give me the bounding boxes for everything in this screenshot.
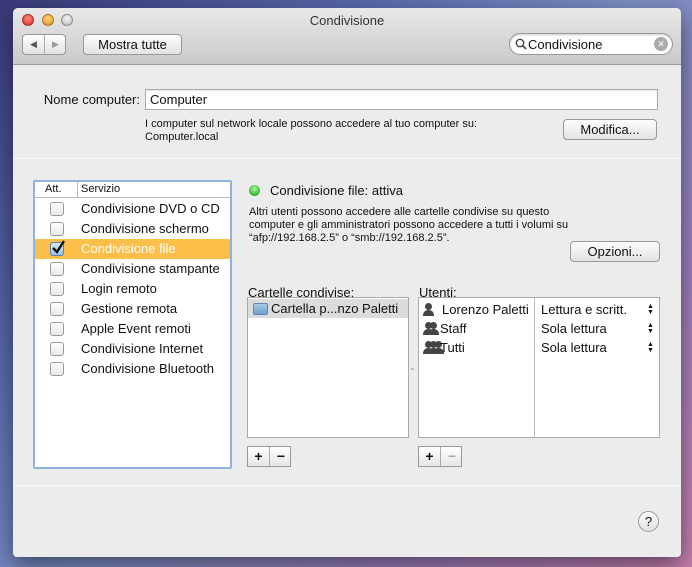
folder-add-remove: + − [247,446,291,467]
computer-address: Computer.local [145,131,219,143]
stepper-arrows-icon[interactable]: ▲ ▼ [647,341,654,354]
remove-folder-button[interactable]: − [270,447,292,466]
status-indicator-icon [249,185,260,196]
permission-select[interactable]: Lettura e scritt. [541,300,627,320]
service-label: Gestione remota [81,301,178,316]
splitter-handle[interactable]: ⌃ [409,367,416,376]
service-item[interactable]: Condivisione file [35,239,230,259]
show-all-button[interactable]: Mostra tutte [83,34,182,55]
stepper-arrows-icon[interactable]: ▲ ▼ [647,303,654,316]
back-button[interactable]: ◀ [23,35,45,54]
permission-select[interactable]: Sola lettura [541,338,607,358]
service-checkbox[interactable] [50,282,64,296]
user-row[interactable]: Lorenzo Paletti Lettura e scritt. ▲ ▼ [419,300,659,320]
description-line: “afp://192.168.2.5” o “smb://192.168.2.5… [249,232,450,244]
user-name: Staff [440,321,467,336]
forward-button[interactable]: ▶ [45,35,66,54]
shared-folders-list[interactable]: Cartella p...nzo Paletti [247,297,409,438]
user-row[interactable]: Staff Sola lettura ▲ ▼ [419,319,659,339]
folder-item[interactable]: Cartella p...nzo Paletti [248,299,408,318]
service-label: Condivisione stampante [81,261,220,276]
users-list[interactable]: Lorenzo Paletti Lettura e scritt. ▲ ▼ Staff S… [418,297,660,438]
status-text: Condivisione file: attiva [270,183,403,198]
folder-icon [253,303,268,315]
description-line: computer e gli amministratori possono ac… [249,219,569,231]
nav-buttons: ◀ ▶ [22,34,66,55]
search-input[interactable]: Condivisione [528,37,602,52]
service-label: Apple Event remoti [81,321,191,336]
service-label: Login remoto [81,281,157,296]
service-item[interactable]: Condivisione stampante [35,259,230,279]
add-folder-button[interactable]: + [248,447,270,466]
clear-search-icon[interactable]: ✕ [654,37,668,51]
service-label: Condivisione Bluetooth [81,361,214,376]
status-description: Altri utenti possono accedere alle carte… [249,206,568,245]
service-item[interactable]: Apple Event remoti [35,319,230,339]
header-service[interactable]: Servizio [77,182,120,197]
description-line: Altri utenti possono accedere alle carte… [249,206,550,218]
service-checkbox[interactable] [50,262,64,276]
services-list[interactable]: Att. Servizio Condivisione DVD o CD Condi… [33,180,232,469]
service-checkbox[interactable] [50,322,64,336]
service-item[interactable]: Condivisione Internet [35,339,230,359]
search-field[interactable]: Condivisione ✕ [509,33,673,55]
service-label: Condivisione schermo [81,221,209,236]
permission-select[interactable]: Sola lettura [541,319,607,339]
service-label: Condivisione file [81,241,176,256]
computer-name-input[interactable]: Computer [145,89,658,110]
edit-button[interactable]: Modifica... [563,119,657,140]
service-item[interactable]: Gestione remota [35,299,230,319]
user-add-remove: + − [418,446,462,467]
search-icon [515,38,527,50]
service-checkbox[interactable] [50,240,65,256]
stepper-arrows-icon[interactable]: ▲ ▼ [647,322,654,335]
service-label: Condivisione Internet [81,341,204,356]
service-label: Condivisione DVD o CD [81,201,220,216]
service-checkbox[interactable] [50,342,64,356]
user-icon [423,301,443,317]
service-checkbox[interactable] [50,222,64,236]
service-item[interactable]: Condivisione Bluetooth [35,359,230,379]
toolbar: Condivisione ◀ ▶ Mostra tutte Condivisio… [13,8,681,65]
divider [13,158,681,159]
user-row[interactable]: Tutti Sola lettura ▲ ▼ [419,338,659,358]
sharing-window: Condivisione ◀ ▶ Mostra tutte Condivisio… [13,8,681,557]
service-checkbox[interactable] [50,202,64,216]
folder-name: Cartella p...nzo Paletti [271,301,399,316]
computer-description: I computer sul network locale possono ac… [145,118,478,130]
service-checkbox[interactable] [50,302,64,316]
user-name: Tutti [440,340,465,355]
service-item[interactable]: Condivisione DVD o CD [35,199,230,219]
divider [13,485,681,486]
checkmark-icon [52,240,65,254]
window-title: Condivisione [309,13,385,28]
add-user-button[interactable]: + [419,447,441,466]
header-on[interactable]: Att. [45,182,62,197]
help-button[interactable]: ? [638,511,659,532]
computer-name-label: Nome computer: [43,92,140,107]
user-name: Lorenzo Paletti [442,302,529,317]
service-checkbox[interactable] [50,362,64,376]
services-header: Att. Servizio [35,182,230,198]
options-button[interactable]: Opzioni... [570,241,660,262]
service-item[interactable]: Login remoto [35,279,230,299]
service-item[interactable]: Condivisione schermo [35,219,230,239]
remove-user-button[interactable]: − [441,447,463,466]
